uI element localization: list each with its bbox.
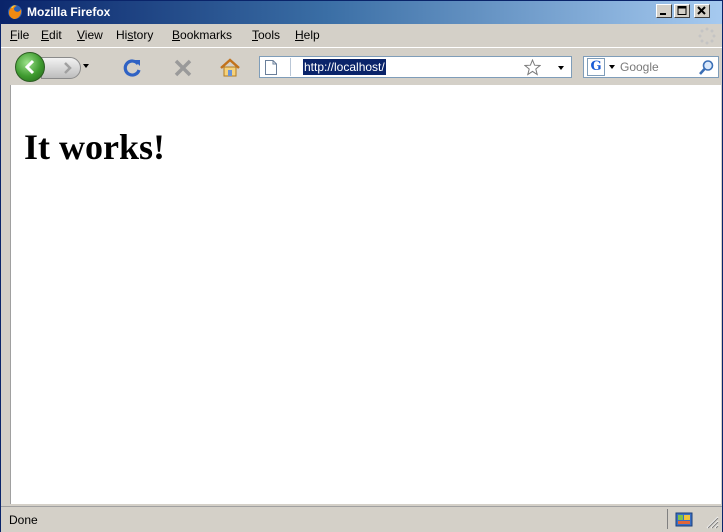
firefox-icon [8, 5, 22, 19]
throbber-icon [698, 27, 716, 45]
menu-file[interactable]: File [10, 28, 29, 43]
menu-tools[interactable]: Tools [252, 28, 280, 43]
bookmark-star-icon[interactable] [524, 59, 541, 76]
browser-window: Mozilla Firefox File Edit View History B… [0, 0, 723, 532]
close-button[interactable] [694, 4, 710, 18]
resize-grip-icon[interactable] [703, 513, 719, 529]
search-engine-dropdown-icon[interactable] [609, 65, 615, 69]
title-bar: Mozilla Firefox [1, 1, 722, 24]
addon-status-icon[interactable] [675, 510, 693, 528]
home-icon[interactable] [219, 58, 241, 78]
navigation-toolbar: http://localhost/ G Google [1, 47, 722, 86]
close-icon [697, 6, 706, 15]
url-divider [290, 58, 291, 76]
back-arrow-icon [24, 59, 35, 75]
window-title: Mozilla Firefox [27, 5, 111, 19]
search-bar[interactable]: G Google [583, 56, 719, 78]
page-icon [265, 60, 277, 75]
status-bar: Done [1, 506, 722, 532]
stop-icon[interactable] [173, 58, 193, 78]
history-dropdown-icon[interactable] [83, 64, 89, 68]
menu-edit[interactable]: Edit [41, 28, 62, 43]
minimize-button[interactable] [656, 4, 672, 18]
search-icon[interactable] [698, 59, 715, 76]
minimize-icon [660, 13, 666, 15]
address-bar[interactable]: http://localhost/ [259, 56, 572, 78]
status-separator [667, 509, 668, 529]
url-dropdown-icon[interactable] [558, 66, 564, 70]
search-input[interactable]: Google [620, 60, 659, 75]
maximize-button[interactable] [674, 4, 690, 18]
google-icon[interactable]: G [587, 58, 605, 76]
menu-bar: File Edit View History Bookmarks Tools H… [1, 25, 722, 46]
menu-bookmarks[interactable]: Bookmarks [172, 28, 232, 43]
menu-view[interactable]: View [77, 28, 103, 43]
url-input[interactable]: http://localhost/ [303, 59, 386, 75]
page-heading: It works! [24, 127, 165, 167]
back-button[interactable] [15, 52, 45, 82]
menu-help[interactable]: Help [295, 28, 320, 43]
page-content: It works! [10, 85, 721, 504]
reload-icon[interactable] [123, 58, 143, 78]
maximize-icon [677, 6, 687, 15]
status-text: Done [9, 513, 38, 527]
forward-arrow-icon [64, 62, 72, 74]
forward-button[interactable] [41, 57, 81, 79]
menu-history[interactable]: History [116, 28, 153, 43]
